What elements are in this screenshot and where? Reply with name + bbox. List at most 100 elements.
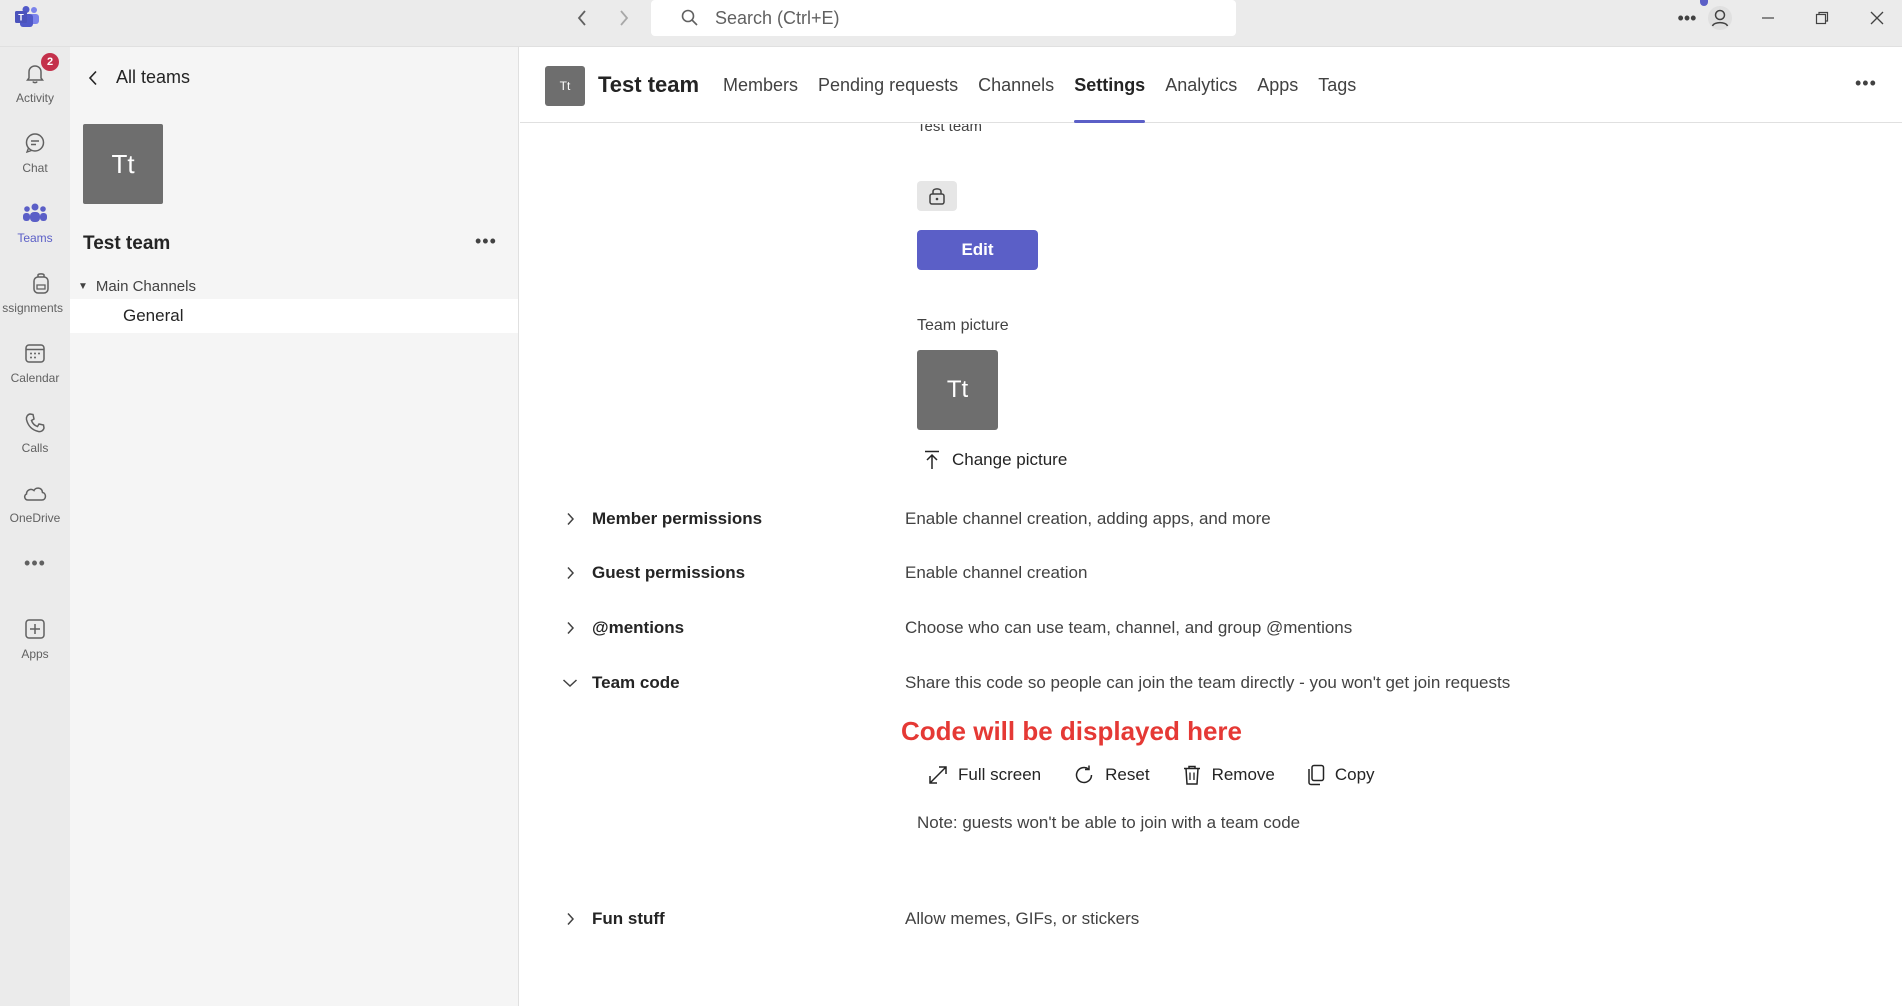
notification-badge: 2 [41, 53, 59, 71]
rail-label: OneDrive [9, 511, 61, 525]
rail-item-assignments[interactable]: ssignments [0, 261, 70, 325]
minimize-icon[interactable] [1756, 4, 1780, 32]
action-label: Remove [1211, 765, 1275, 784]
forward-arrow-icon[interactable] [612, 6, 636, 30]
rail-item-apps[interactable]: Apps [0, 607, 70, 671]
channel-section-header[interactable]: ▼ Main Channels [78, 278, 196, 295]
copy-icon [1308, 764, 1325, 786]
tab-members[interactable]: Members [713, 47, 808, 123]
close-icon[interactable] [1865, 4, 1889, 32]
tab-pending-requests[interactable]: Pending requests [808, 47, 968, 123]
team-avatar: Tt [83, 124, 163, 204]
page-title: Test team [598, 72, 700, 97]
rail-item-chat[interactable]: Chat [0, 121, 70, 185]
tab-apps[interactable]: Apps [1247, 47, 1308, 123]
team-picture-label: Team picture [917, 317, 1009, 334]
rail-more-apps[interactable]: ••• [0, 541, 70, 581]
setting-description: Allow memes, GIFs, or stickers [905, 909, 1140, 928]
rail-item-calendar[interactable]: Calendar [0, 331, 70, 395]
setting-description: Choose who can use team, channel, and gr… [905, 618, 1353, 637]
rail-label: Calls [21, 441, 49, 455]
cloud-icon [21, 479, 49, 507]
full-screen-button[interactable]: Full screen [928, 765, 1041, 785]
section-label: Main Channels [95, 278, 196, 295]
back-arrow-icon[interactable] [570, 6, 594, 30]
rail-label: ssignments [2, 301, 63, 315]
setting-member-permissions[interactable]: Member permissions Enable channel creati… [560, 504, 1860, 534]
chevron-right-icon [560, 512, 580, 526]
team-panel: All teams Tt Test team ••• ▼ Main Channe… [70, 47, 519, 1006]
lock-icon [929, 188, 945, 205]
add-app-icon [21, 615, 49, 643]
phone-icon [21, 409, 49, 437]
setting-description: Enable channel creation, adding apps, an… [905, 509, 1271, 528]
tab-channels[interactable]: Channels [968, 47, 1064, 123]
setting-description: Enable channel creation [905, 563, 1088, 582]
change-picture-button[interactable]: Change picture [924, 450, 1067, 470]
setting-name: Fun stuff [592, 909, 665, 928]
chevron-right-icon [560, 566, 580, 580]
action-label: Copy [1334, 765, 1375, 784]
tab-analytics[interactable]: Analytics [1155, 47, 1247, 123]
chevron-down-icon [560, 678, 580, 688]
trash-icon [1183, 765, 1200, 785]
copy-button[interactable]: Copy [1307, 764, 1375, 786]
tab-bar: Members Pending requests Channels Settin… [713, 47, 1366, 123]
caret-down-icon: ▼ [78, 281, 88, 292]
search-placeholder: Search (Ctrl+E) [715, 7, 840, 28]
tab-settings[interactable]: Settings [1064, 47, 1155, 123]
settings-content: Test team Edit Team picture Tt Change pi… [520, 124, 1902, 1006]
edit-button[interactable]: Edit [917, 230, 1038, 270]
channel-item-general[interactable]: General [70, 299, 518, 333]
restore-icon[interactable] [1810, 4, 1834, 32]
team-picture: Tt [917, 350, 998, 430]
all-teams-label: All teams [116, 67, 191, 87]
team-more-options-icon[interactable]: ••• [475, 231, 497, 252]
svg-text:T: T [18, 13, 24, 23]
header-more-options-icon[interactable]: ••• [1855, 73, 1877, 94]
team-avatar-small: Tt [545, 66, 585, 106]
chevron-left-icon [88, 70, 97, 85]
setting-name: Member permissions [592, 509, 763, 528]
rail-label: Activity [15, 91, 54, 105]
more-icon: ••• [24, 552, 46, 573]
setting-name: Guest permissions [592, 563, 746, 582]
tab-tags[interactable]: Tags [1308, 47, 1366, 123]
chevron-right-icon [560, 912, 580, 926]
rail-item-teams[interactable]: Teams [0, 191, 70, 255]
team-code-display: Code will be displayed here [901, 716, 1242, 746]
team-header: Tt Test team Members Pending requests Ch… [520, 47, 1902, 123]
setting-team-code[interactable]: Team code Share this code so people can … [560, 668, 1860, 698]
rail-item-activity[interactable]: 2 Activity [0, 51, 70, 115]
refresh-icon [1075, 765, 1093, 784]
app-rail: 2 Activity Chat Teams ssignments Calenda… [0, 47, 70, 1006]
profile-avatar[interactable] [1706, 4, 1734, 32]
search-icon [681, 9, 698, 26]
privacy-lock-button[interactable] [917, 181, 957, 211]
setting-guest-permissions[interactable]: Guest permissions Enable channel creatio… [560, 558, 1860, 588]
rail-label: Calendar [10, 371, 60, 385]
chevron-right-icon [560, 621, 580, 635]
backpack-icon [27, 269, 55, 297]
expand-icon [929, 766, 947, 784]
setting-mentions[interactable]: @mentions Choose who can use team, chann… [560, 613, 1860, 643]
team-name: Test team [83, 233, 171, 254]
rail-item-onedrive[interactable]: OneDrive [0, 471, 70, 535]
reset-button[interactable]: Reset [1073, 764, 1150, 786]
setting-fun-stuff[interactable]: Fun stuff Allow memes, GIFs, or stickers [560, 904, 1860, 934]
rail-label: Apps [21, 647, 49, 661]
bell-icon: 2 [21, 53, 59, 87]
change-picture-label: Change picture [952, 450, 1068, 469]
more-options-icon[interactable]: ••• [1675, 4, 1699, 32]
guest-note: Note: guests won't be able to join with … [917, 813, 1301, 832]
team-name-text: Test team [917, 124, 983, 135]
all-teams-link[interactable]: All teams [88, 67, 190, 88]
setting-name: Team code [592, 673, 680, 692]
setting-name: @mentions [592, 618, 685, 637]
rail-label: Teams [17, 231, 53, 245]
rail-item-calls[interactable]: Calls [0, 401, 70, 465]
calendar-icon [21, 339, 49, 367]
action-label: Full screen [958, 765, 1042, 784]
remove-button[interactable]: Remove [1182, 764, 1275, 786]
search-input[interactable]: Search (Ctrl+E) [651, 0, 1236, 36]
